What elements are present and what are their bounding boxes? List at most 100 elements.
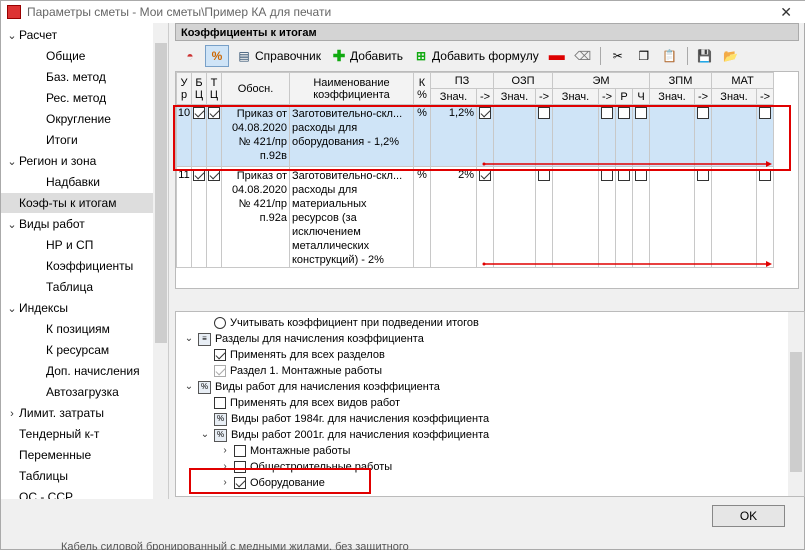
cell-name[interactable]: Заготовительно-скл... расходы для оборуд… [289, 104, 414, 167]
cell-pz-value[interactable]: 1,2% [430, 104, 477, 167]
sidebar-item[interactable]: Коэффициенты [1, 256, 153, 276]
sidebar-item[interactable]: Баз. метод [1, 67, 153, 87]
sidebar-item[interactable]: Коэф-ты к итогам [1, 193, 153, 213]
cell-em-value[interactable] [552, 166, 599, 268]
checkbox[interactable] [618, 169, 630, 181]
cell-ozp-arrow[interactable] [535, 166, 553, 268]
tree-scroll-thumb[interactable] [790, 352, 802, 472]
col-sub-arrow[interactable]: -> [476, 88, 494, 105]
sidebar-item[interactable]: К ресурсам [1, 340, 153, 360]
cell-em-arrow[interactable] [598, 104, 616, 167]
cell-zpm-arrow[interactable] [694, 166, 712, 268]
reference-button[interactable]: ▤ Справочник [233, 45, 324, 67]
col-sub-val[interactable]: Знач. [430, 88, 477, 105]
checkbox[interactable] [538, 169, 550, 181]
chevron-down-icon[interactable]: ⌄ [5, 152, 19, 172]
cell-pz-arrow[interactable] [476, 166, 494, 268]
checkbox[interactable] [234, 461, 246, 473]
tree-item[interactable]: ⌄% Виды работ для начисления коэффициента [184, 379, 440, 395]
col-sub-val[interactable]: Знач. [552, 88, 599, 105]
sidebar-item[interactable]: Доп. начисления [1, 361, 153, 381]
add-formula-button[interactable]: ⊞ Добавить формулу [410, 45, 542, 67]
cell-bc[interactable] [191, 104, 207, 167]
checkbox[interactable] [193, 169, 205, 181]
eraser-button[interactable]: ⌫ [572, 45, 594, 67]
sidebar-item[interactable]: Переменные [1, 445, 153, 465]
save-button[interactable]: 💾 [694, 45, 716, 67]
checkbox[interactable] [208, 107, 220, 119]
checkbox[interactable] [234, 477, 246, 489]
radio-button[interactable] [214, 317, 226, 329]
col-sub-arrow[interactable]: -> [694, 88, 712, 105]
sidebar-item[interactable]: Таблицы [1, 466, 153, 486]
tree-item[interactable]: ⌄% Виды работ 2001г. для начисления коэфф… [200, 427, 489, 443]
sidebar-item[interactable]: К позициям [1, 319, 153, 339]
cell-em-value[interactable] [552, 104, 599, 167]
chevron-down-icon[interactable]: ⌄ [200, 427, 210, 443]
tree-item[interactable]: › Общестроительные работы [220, 459, 392, 475]
col-header-ur[interactable]: У р [176, 72, 192, 105]
checkbox[interactable] [635, 107, 647, 119]
cell-ozp-arrow[interactable] [535, 104, 553, 167]
cell-zpm-value[interactable] [649, 166, 695, 268]
cell-pz-arrow[interactable] [476, 104, 494, 167]
col-sub-ch[interactable]: Ч [632, 88, 650, 105]
checkbox[interactable] [193, 107, 205, 119]
col-sub-val[interactable]: Знач. [649, 88, 695, 105]
col-sub-val[interactable]: Знач. [711, 88, 757, 105]
user-button[interactable]: ◓ [179, 45, 201, 67]
cell-em-r[interactable] [615, 104, 633, 167]
paste-button[interactable]: 📋 [659, 45, 681, 67]
checkbox[interactable] [601, 169, 613, 181]
cell-zpm-value[interactable] [649, 104, 695, 167]
col-header-basis[interactable]: Обосн. [221, 72, 290, 105]
checkbox[interactable] [759, 107, 771, 119]
sidebar-item[interactable]: Общие [1, 46, 153, 66]
checkbox[interactable] [759, 169, 771, 181]
col-header-pz[interactable]: ПЗ [430, 72, 494, 89]
tree-item[interactable]: › Оборудование [220, 475, 325, 491]
cell-kpct[interactable]: % [413, 104, 431, 167]
col-header-em[interactable]: ЭМ [552, 72, 650, 89]
col-header-zpm[interactable]: ЗПМ [649, 72, 712, 89]
cell-pz-value[interactable]: 2% [430, 166, 477, 268]
sidebar-item[interactable]: ⌄ Виды работ [1, 214, 153, 234]
col-header-tc[interactable]: Т Ц [206, 72, 222, 105]
chevron-right-icon[interactable]: › [220, 459, 230, 475]
sidebar-item[interactable]: Рес. метод [1, 88, 153, 108]
checkbox[interactable] [618, 107, 630, 119]
chevron-right-icon[interactable]: › [5, 404, 19, 424]
table-row[interactable]: 10 Приказ от 04.08.2020 № 421/пр п.92в Заг… [176, 104, 774, 167]
col-header-kpct[interactable]: К % [413, 72, 431, 105]
tree-item[interactable]: Раздел 1. Монтажные работы [200, 363, 382, 379]
chevron-right-icon[interactable]: › [220, 443, 230, 459]
tree-item[interactable]: Учитывать коэффициент при подведении ито… [200, 315, 479, 331]
cell-em-ch[interactable] [632, 104, 650, 167]
cut-button[interactable]: ✂ [607, 45, 629, 67]
col-sub-r[interactable]: Р [615, 88, 633, 105]
col-sub-arrow[interactable]: -> [598, 88, 616, 105]
cell-em-arrow[interactable] [598, 166, 616, 268]
cell-basis[interactable]: Приказ от 04.08.2020 № 421/пр п.92в [221, 104, 290, 167]
col-sub-arrow[interactable]: -> [756, 88, 774, 105]
table-row[interactable]: 11 Приказ от 04.08.2020 № 421/пр п.92а Заг… [176, 166, 774, 268]
percent-button[interactable]: % [205, 45, 229, 67]
sidebar-item[interactable]: ОС - ССР [1, 487, 153, 499]
ok-button[interactable]: OK [712, 505, 785, 527]
cell-tc[interactable] [206, 104, 222, 167]
cell-ozp-value[interactable] [493, 166, 536, 268]
col-header-name[interactable]: Наименование коэффициента [289, 72, 414, 105]
chevron-down-icon[interactable]: ⌄ [5, 26, 19, 46]
col-header-ozp[interactable]: ОЗП [493, 72, 553, 89]
cell-bc[interactable] [191, 166, 207, 268]
tree-item[interactable]: › Монтажные работы [220, 443, 350, 459]
sidebar-item[interactable]: Итоги [1, 130, 153, 150]
tree-item[interactable]: Применять для всех разделов [200, 347, 385, 363]
cell-mat-arrow[interactable] [756, 104, 774, 167]
tree-item[interactable]: % Виды работ 1984г. для начисления коэффи… [200, 411, 489, 427]
sidebar-item[interactable]: ⌄ Индексы [1, 298, 153, 318]
col-sub-val[interactable]: Знач. [493, 88, 536, 105]
chevron-down-icon[interactable]: ⌄ [184, 379, 194, 395]
cell-mat-value[interactable] [711, 166, 757, 268]
delete-button[interactable]: ▬ [546, 45, 568, 67]
